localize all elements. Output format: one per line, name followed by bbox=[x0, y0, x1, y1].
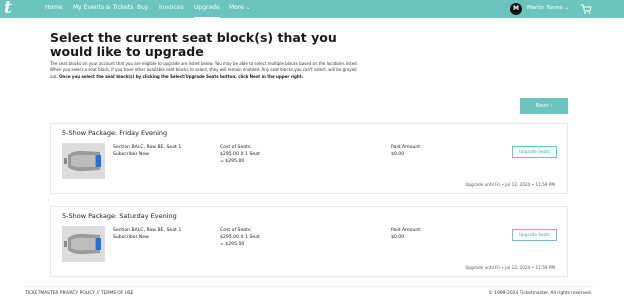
avatar[interactable]: M bbox=[510, 3, 522, 15]
paid-amount: Paid Amount: $0.00 bbox=[391, 144, 422, 158]
seat-details: Section BALC, Row BE, Seat 1 Subscriber … bbox=[113, 144, 181, 158]
cost-label: Cost of Seats: bbox=[220, 228, 252, 233]
nav-my-events-tickets[interactable]: My Events & Tickets bbox=[73, 0, 133, 18]
ticketmaster-logo[interactable]: t bbox=[4, 0, 18, 18]
seat-details: Section BALC, Row BE, Seat 1 Subscriber … bbox=[113, 227, 181, 241]
next-button[interactable]: Next › bbox=[520, 98, 568, 114]
cost-line: $295.00 X 1 Seat bbox=[220, 235, 260, 240]
nav-more[interactable]: More ⌄ bbox=[229, 0, 251, 18]
page-description: The seat blocks on your account that you… bbox=[50, 61, 364, 80]
seat-location: Section BALC, Row BE, Seat 1 bbox=[113, 228, 182, 233]
seat-type: Subscriber New bbox=[113, 235, 149, 240]
package-title: 5-Show Package: Friday Evening bbox=[62, 129, 168, 137]
seat-block-card: 5-Show Package: Saturday Evening Section… bbox=[50, 206, 568, 277]
description-instruction: Once you select the seat block(s) by cli… bbox=[59, 73, 304, 79]
copyright: © 1999-2024 Ticketmaster. All rights res… bbox=[488, 291, 593, 296]
nav-buy[interactable]: Buy bbox=[137, 0, 148, 18]
cost-of-seats: Cost of Seats: $295.00 X 1 Seat = $295.0… bbox=[220, 144, 260, 165]
upgrade-seats-button[interactable]: Upgrade Seats bbox=[512, 229, 557, 241]
cart-icon[interactable] bbox=[580, 3, 592, 15]
paid-label: Paid Amount: bbox=[391, 228, 422, 233]
upgrade-seats-button[interactable]: Upgrade Seats bbox=[512, 146, 557, 158]
nav-home[interactable]: Home bbox=[45, 0, 63, 18]
footer-links[interactable]: TICKETMASTER PRIVACY POLICY // TERMS OF … bbox=[25, 291, 133, 296]
seat-map-thumbnail bbox=[62, 226, 105, 262]
seat-type: Subscriber New bbox=[113, 152, 149, 157]
cost-total: = $295.00 bbox=[220, 159, 245, 164]
upgrade-deadline: Upgrade until Fri • Jul 12, 2024 • 11:59… bbox=[465, 265, 555, 270]
paid-label: Paid Amount: bbox=[391, 145, 422, 150]
top-nav-bar: t Home My Events & Tickets Buy Invoices … bbox=[0, 0, 624, 18]
paid-amount: Paid Amount: $0.00 bbox=[391, 227, 422, 241]
page-title: Select the current seat block(s) that yo… bbox=[50, 30, 337, 59]
nav-upgrade[interactable]: Upgrade bbox=[194, 0, 220, 18]
paid-value: $0.00 bbox=[391, 152, 405, 157]
cost-line: $295.00 X 1 Seat bbox=[220, 152, 260, 157]
seat-block-card: 5-Show Package: Friday Evening Section B… bbox=[50, 123, 568, 194]
seat-location: Section BALC, Row BE, Seat 1 bbox=[113, 145, 182, 150]
nav-invoices[interactable]: Invoices bbox=[159, 0, 184, 18]
upgrade-deadline: Upgrade until Fri • Jul 12, 2024 • 11:59… bbox=[465, 182, 555, 187]
footer-divider bbox=[25, 286, 593, 287]
paid-value: $0.00 bbox=[391, 235, 405, 240]
package-title: 5-Show Package: Saturday Evening bbox=[62, 212, 177, 220]
user-menu[interactable]: Martin Torres ⌄ bbox=[527, 0, 569, 18]
seat-map-thumbnail bbox=[62, 143, 105, 179]
cost-of-seats: Cost of Seats: $295.00 X 1 Seat = $295.0… bbox=[220, 227, 260, 248]
cost-label: Cost of Seats: bbox=[220, 145, 252, 150]
cost-total: = $295.00 bbox=[220, 242, 245, 247]
